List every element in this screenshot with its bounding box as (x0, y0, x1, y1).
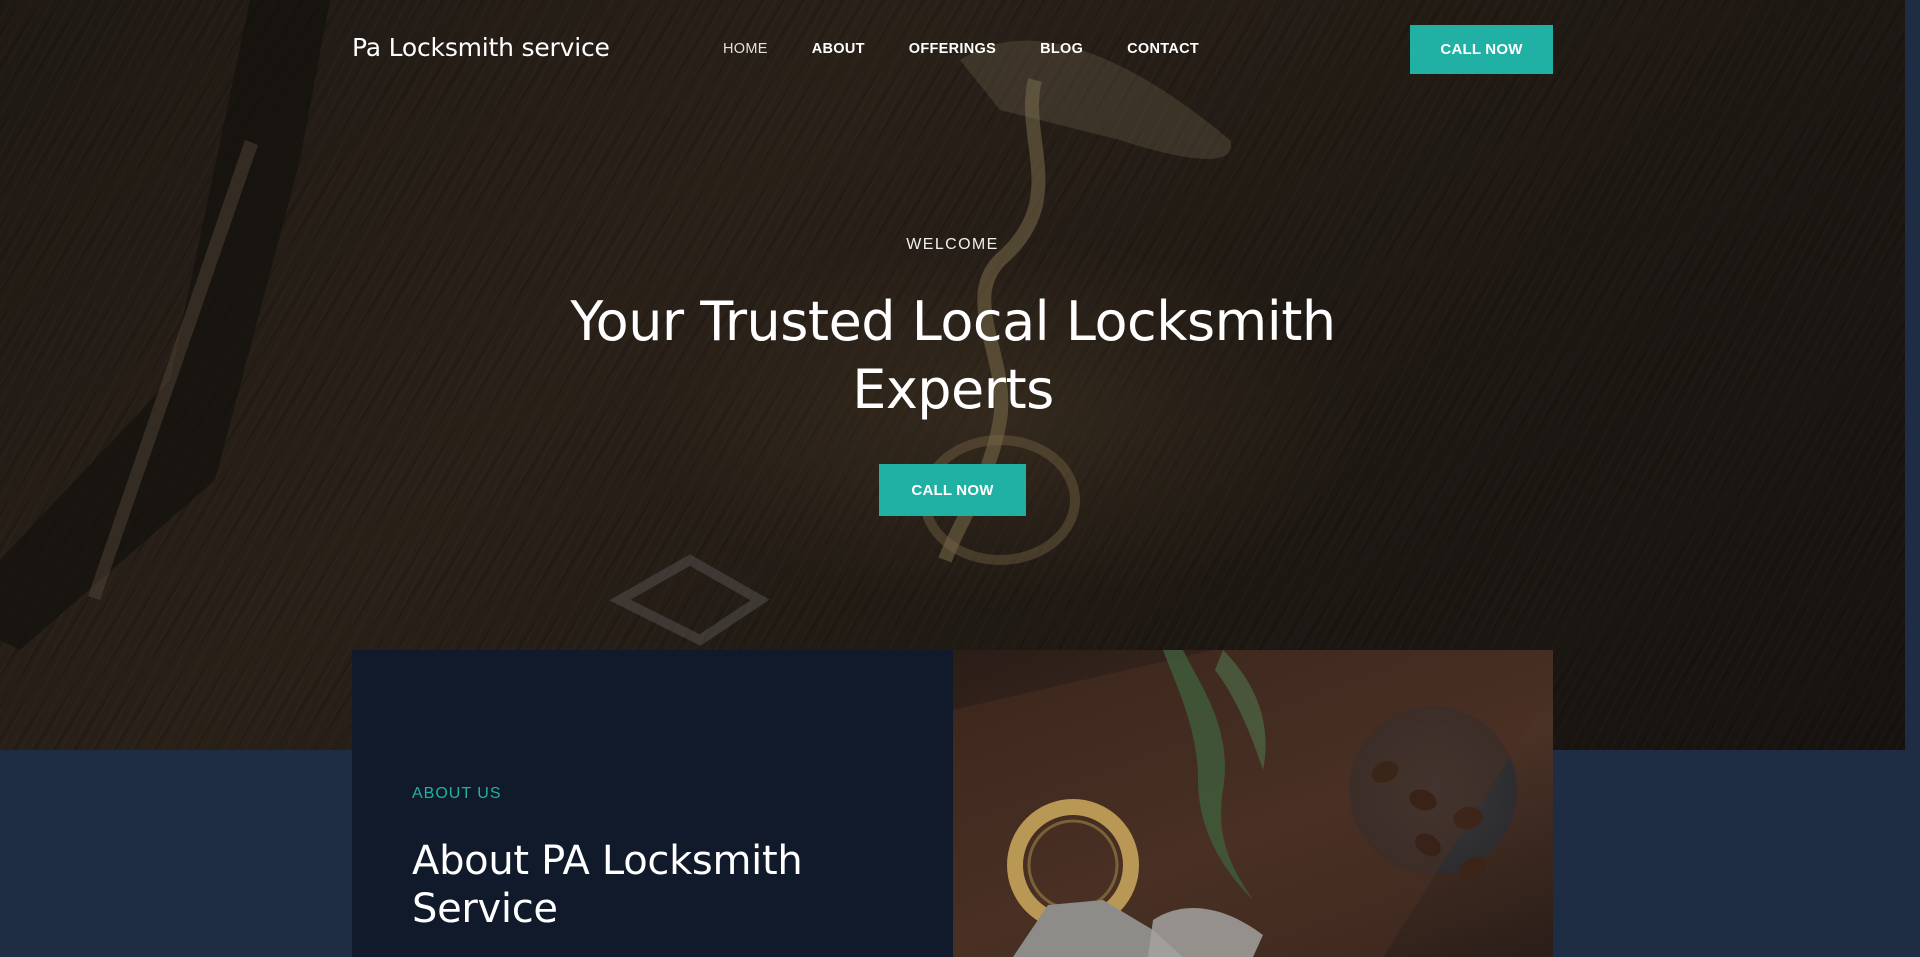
nav-item-about[interactable]: ABOUT (812, 41, 865, 57)
about-title: About PA Locksmith Service (412, 838, 803, 932)
about-card: ABOUT US About PA Locksmith Service (352, 650, 953, 957)
page: Pa Locksmith service HOME ABOUT OFFERING… (0, 0, 1905, 957)
brand-logo-text[interactable]: Pa Locksmith service (352, 33, 610, 62)
about-photo-illustration (953, 650, 1553, 957)
about-photo (953, 650, 1553, 957)
hero-section: Pa Locksmith service HOME ABOUT OFFERING… (0, 0, 1905, 750)
nav-item-blog[interactable]: BLOG (1040, 41, 1083, 57)
nav-item-home[interactable]: HOME (723, 41, 768, 57)
nav-item-contact[interactable]: CONTACT (1127, 41, 1199, 57)
nav-item-offerings[interactable]: OFFERINGS (909, 41, 996, 57)
hero-eyebrow: WELCOME (906, 236, 999, 253)
hero-headline: Your Trusted Local Locksmith Experts (570, 290, 1336, 421)
coffee-bean-5 (1459, 856, 1487, 880)
top-navigation: Pa Locksmith service HOME ABOUT OFFERING… (352, 25, 1553, 74)
header-call-now-button[interactable]: CALL NOW (1410, 25, 1553, 74)
hero-call-now-button[interactable]: CALL NOW (879, 464, 1026, 516)
main-menu: HOME ABOUT OFFERINGS BLOG CONTACT (723, 41, 1243, 57)
about-eyebrow: ABOUT US (412, 785, 502, 802)
